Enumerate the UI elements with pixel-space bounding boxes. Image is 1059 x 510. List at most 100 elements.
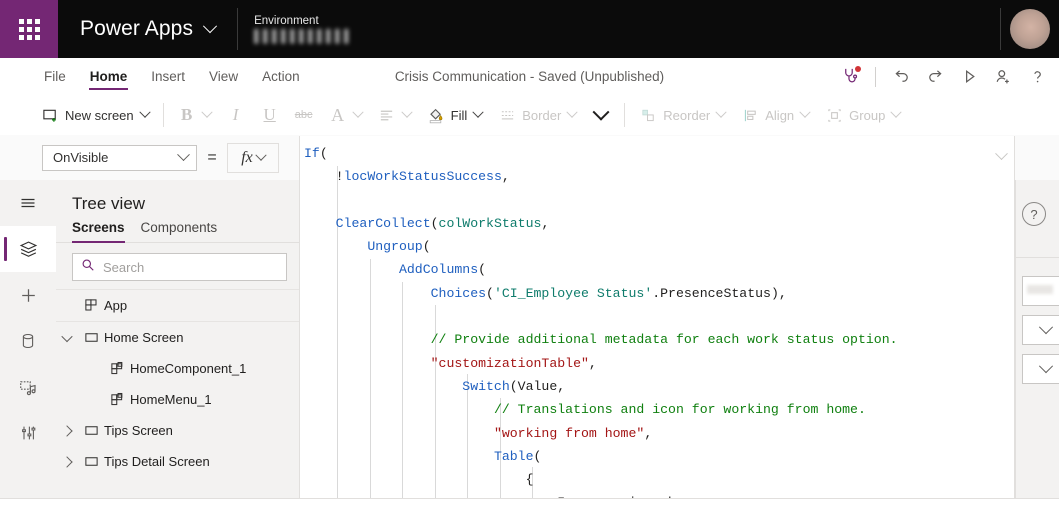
fill-button[interactable]: Fill — [419, 101, 491, 129]
code-line: // Provide additional metadata for each … — [300, 328, 1014, 351]
power-apps-studio: Power Apps Environment ▌▌▌▌▌▌▌▌▌▌▌ File … — [0, 0, 1059, 510]
new-screen-label: New screen — [65, 108, 134, 123]
code-line — [300, 305, 1014, 328]
top-navigation-bar: Power Apps Environment ▌▌▌▌▌▌▌▌▌▌▌ — [0, 0, 1059, 58]
menu-item-insert[interactable]: Insert — [140, 58, 196, 95]
code-line: "working from home", — [300, 422, 1014, 445]
underline-button[interactable]: U — [253, 101, 287, 129]
search-box[interactable] — [72, 253, 287, 281]
account-button[interactable] — [1001, 0, 1059, 58]
border-button[interactable]: Border — [490, 101, 584, 129]
divider — [163, 103, 164, 127]
app-launcher-waffle-icon[interactable] — [0, 0, 58, 58]
tree-item-app[interactable]: App — [56, 289, 299, 322]
tree-item-label: App — [104, 298, 127, 313]
tab-screens[interactable]: Screens — [72, 220, 125, 242]
fx-label: fx — [241, 149, 253, 167]
tree-item-label: Tips Screen — [104, 423, 173, 438]
property-dropdown-1[interactable] — [1022, 315, 1059, 345]
menu-tabs: File Home Insert View Action — [0, 58, 311, 95]
reorder-label: Reorder — [663, 108, 710, 123]
tree-view-icon[interactable] — [0, 226, 56, 272]
waffle-grid — [19, 19, 40, 40]
media-icon[interactable] — [0, 364, 56, 410]
align-objects-button[interactable]: Align — [733, 101, 817, 129]
formula-expand-chevron-icon[interactable] — [997, 148, 1006, 166]
ribbon-toolbar: New screen B I U abc A — [0, 95, 1059, 136]
share-icon[interactable] — [987, 62, 1019, 92]
environment-label: Environment — [254, 15, 1000, 28]
align-objects-label: Align — [765, 108, 794, 123]
notification-badge — [855, 66, 861, 72]
advanced-tools-icon[interactable] — [0, 410, 56, 456]
app-checker-icon[interactable] — [834, 62, 866, 92]
tree-view-title: Tree view — [56, 180, 299, 220]
data-icon[interactable] — [0, 318, 56, 364]
code-line: Switch(Value, — [300, 375, 1014, 398]
screen-icon — [78, 454, 104, 469]
bold-button[interactable]: B — [170, 101, 219, 129]
menu-item-action[interactable]: Action — [251, 58, 311, 95]
tree-item-tips-screen[interactable]: Tips Screen — [56, 415, 299, 446]
strikethrough-icon: abc — [295, 106, 313, 124]
tree-item-list: App Home Screen — [56, 289, 299, 477]
tree-item-home-screen[interactable]: Home Screen — [56, 322, 299, 353]
undo-icon[interactable] — [885, 62, 917, 92]
preview-play-icon[interactable] — [953, 62, 985, 92]
fx-button[interactable]: fx — [227, 143, 279, 173]
search-input[interactable] — [103, 260, 278, 275]
menu-item-home[interactable]: Home — [79, 58, 139, 95]
chevron-down-icon — [716, 107, 727, 118]
text-align-button[interactable] — [370, 101, 419, 129]
property-dropdown[interactable]: OnVisible — [42, 145, 197, 171]
brand-title-button[interactable]: Power Apps — [58, 0, 237, 58]
code-line — [300, 189, 1014, 212]
align-icon — [378, 106, 396, 124]
insert-plus-icon[interactable] — [0, 272, 56, 318]
chevron-right-icon[interactable] — [56, 427, 78, 435]
italic-icon: I — [227, 106, 245, 124]
italic-button[interactable]: I — [219, 101, 253, 129]
bold-icon: B — [178, 106, 196, 124]
redo-icon[interactable] — [919, 62, 951, 92]
formula-code[interactable]: If( !locWorkStatusSuccess, ClearCollect(… — [300, 136, 1014, 499]
formula-editor[interactable]: If( !locWorkStatusSuccess, ClearCollect(… — [299, 136, 1015, 499]
property-field[interactable] — [1022, 276, 1059, 306]
chevron-down-icon — [800, 107, 811, 118]
fill-label: Fill — [451, 108, 468, 123]
new-screen-button[interactable]: New screen — [33, 101, 157, 129]
tree-item-homecomponent-1[interactable]: HomeComponent_1 — [56, 353, 299, 384]
chevron-down-icon — [1039, 320, 1053, 334]
help-circle-icon[interactable]: ? — [1022, 202, 1046, 226]
chevron-down-icon — [177, 148, 190, 161]
tree-item-tips-detail-screen[interactable]: Tips Detail Screen — [56, 446, 299, 477]
tab-components[interactable]: Components — [141, 220, 218, 242]
tree-item-homemenu-1[interactable]: HomeMenu_1 — [56, 384, 299, 415]
chevron-right-icon[interactable] — [56, 458, 78, 466]
screen-icon — [78, 423, 104, 438]
reorder-icon — [639, 106, 657, 124]
help-icon[interactable] — [1021, 62, 1053, 92]
tree-item-label: Home Screen — [104, 330, 183, 345]
environment-selector[interactable]: Environment ▌▌▌▌▌▌▌▌▌▌▌ — [238, 0, 1000, 58]
properties-panel-peek: ? — [1015, 180, 1059, 510]
tree-view-panel: Tree view Screens Components — [56, 180, 300, 510]
ribbon-expand-button[interactable] — [584, 101, 618, 129]
font-color-icon: A — [329, 106, 347, 124]
border-icon — [498, 106, 516, 124]
group-button[interactable]: Group — [817, 101, 908, 129]
bottom-edge — [0, 498, 1059, 510]
menu-item-file[interactable]: File — [33, 58, 77, 95]
chevron-down-icon[interactable] — [56, 334, 78, 342]
search-icon — [81, 258, 95, 277]
hamburger-menu-icon[interactable] — [0, 180, 56, 226]
menu-item-view[interactable]: View — [198, 58, 249, 95]
font-color-button[interactable]: A — [321, 101, 370, 129]
equals-sign: = — [197, 149, 227, 167]
strikethrough-button[interactable]: abc — [287, 101, 321, 129]
menu-bar: File Home Insert View Action Crisis Comm… — [0, 58, 1059, 96]
code-line: ClearCollect(colWorkStatus, — [300, 212, 1014, 235]
property-dropdown-2[interactable] — [1022, 354, 1059, 384]
reorder-button[interactable]: Reorder — [631, 101, 733, 129]
chevron-down-icon — [473, 107, 484, 118]
